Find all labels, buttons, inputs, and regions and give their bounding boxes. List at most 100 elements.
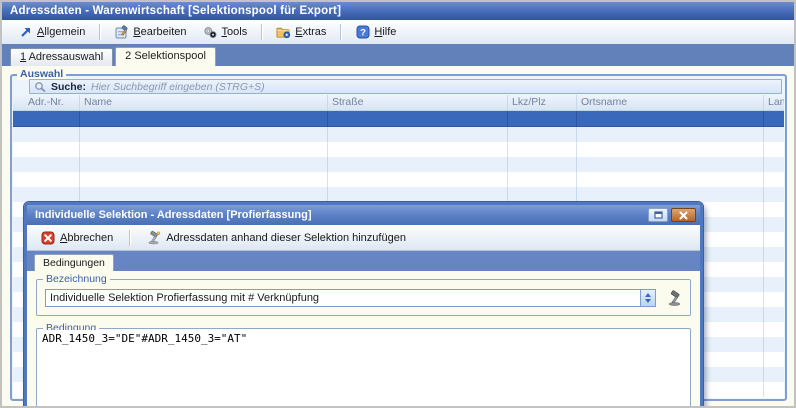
- column-header-strasse[interactable]: Straße: [328, 95, 508, 110]
- table-cell: [764, 307, 784, 322]
- chevron-down-icon: [645, 299, 651, 303]
- column-header-lkzplz[interactable]: Lkz/Plz: [508, 95, 577, 110]
- gavel-icon[interactable]: [664, 288, 684, 308]
- help-icon: ?: [355, 25, 370, 40]
- table-cell: [13, 157, 80, 172]
- menu-item-bearbeiten[interactable]: Bearbeiten: [108, 23, 192, 42]
- toolbar-separator: [261, 24, 262, 40]
- maximize-button[interactable]: [648, 208, 668, 222]
- table-cell: [13, 172, 80, 187]
- table-header: Adr.-Nr. Name Straße Lkz/Plz Ortsname La…: [13, 95, 784, 111]
- table-cell: [508, 142, 577, 157]
- table-cell: [764, 247, 784, 262]
- search-placeholder: Hier Suchbegriff eingeben (STRG+S): [91, 81, 265, 93]
- table-cell: [764, 262, 784, 277]
- menu-item-tools[interactable]: Tools: [197, 23, 254, 42]
- table-cell: [764, 127, 784, 142]
- table-row[interactable]: [13, 142, 784, 157]
- table-cell: [508, 157, 577, 172]
- bezeichnung-fieldset: Bezeichnung Individuelle Selektion Profi…: [36, 279, 691, 316]
- table-cell: [13, 127, 80, 142]
- menu-item-allgemein[interactable]: Allgemein: [12, 23, 91, 42]
- menu-label: Extras: [295, 26, 326, 38]
- table-row[interactable]: [13, 157, 784, 172]
- table-cell: [764, 142, 784, 157]
- table-cell: [764, 217, 784, 232]
- app-window: Adressdaten - Warenwirtschaft [Selektion…: [0, 0, 796, 408]
- column-header-adrnr[interactable]: Adr.-Nr.: [13, 95, 80, 110]
- table-cell: [764, 367, 784, 382]
- menu-item-hilfe[interactable]: ? Hilfe: [349, 23, 402, 42]
- cancel-label: Abbrechen: [60, 232, 113, 244]
- table-cell: [764, 232, 784, 247]
- cancel-button[interactable]: Abbrechen: [35, 228, 118, 247]
- combobox-value: Individuelle Selektion Profierfassung mi…: [46, 292, 640, 304]
- gavel-sparkle-icon: [146, 230, 161, 245]
- add-selection-button[interactable]: Adressdaten anhand dieser Selektion hinz…: [141, 228, 411, 247]
- table-row[interactable]: [13, 127, 784, 142]
- table-row[interactable]: [13, 187, 784, 202]
- table-cell: [764, 202, 784, 217]
- window-titlebar: Adressdaten - Warenwirtschaft [Selektion…: [2, 2, 794, 20]
- table-cell: [328, 127, 508, 142]
- table-cell: [577, 111, 764, 126]
- toolbar-separator: [340, 24, 341, 40]
- table-cell: [13, 187, 80, 202]
- table-cell: [764, 337, 784, 352]
- arrow-up-right-icon: [18, 25, 33, 40]
- dialog-tabstrip: Bedingungen: [27, 251, 700, 271]
- table-cell: [764, 382, 784, 397]
- magnifier-icon: [34, 81, 46, 93]
- table-cell: [328, 111, 508, 126]
- combobox-spinner[interactable]: [640, 290, 655, 306]
- tab-adressauswahl[interactable]: 1 Adressauswahl: [10, 48, 113, 66]
- table-cell: [764, 157, 784, 172]
- close-button[interactable]: [671, 208, 696, 222]
- tab-selektionspool[interactable]: 2 Selektionspool: [115, 47, 216, 66]
- table-cell: [328, 142, 508, 157]
- toolbar-separator: [129, 230, 130, 246]
- column-header-name[interactable]: Name: [80, 95, 328, 110]
- main-toolbar: Allgemein Bearbeiten Tools Extras ?: [2, 20, 794, 44]
- table-cell: [764, 292, 784, 307]
- main-tabstrip: 1 Adressauswahl 2 Selektionspool: [2, 44, 794, 66]
- menu-item-extras[interactable]: Extras: [270, 23, 332, 42]
- table-cell: [577, 172, 764, 187]
- dialog-title: Individuelle Selektion - Adressdaten [Pr…: [35, 209, 648, 221]
- red-x-icon: [40, 230, 55, 245]
- chevron-up-icon: [645, 293, 651, 297]
- table-cell: [13, 111, 80, 126]
- dialog-content: Bezeichnung Individuelle Selektion Profi…: [27, 271, 700, 408]
- column-header-ortsname[interactable]: Ortsname: [577, 95, 764, 110]
- menu-label: Allgemein: [37, 26, 85, 38]
- toolbar-separator: [99, 24, 100, 40]
- table-cell: [328, 172, 508, 187]
- gears-icon: [203, 25, 218, 40]
- table-cell: [764, 111, 784, 126]
- table-cell: [764, 277, 784, 292]
- table-cell: [80, 142, 328, 157]
- menu-label: Bearbeiten: [133, 26, 186, 38]
- dialog-toolbar: Abbrechen Adressdaten anhand dieser Sele…: [27, 225, 700, 251]
- table-cell: [577, 157, 764, 172]
- hammer-pad-icon: [114, 25, 129, 40]
- bezeichnung-combobox[interactable]: Individuelle Selektion Profierfassung mi…: [45, 289, 656, 307]
- table-row[interactable]: [13, 172, 784, 187]
- table-cell: [80, 172, 328, 187]
- search-bar[interactable]: Suche: Hier Suchbegriff eingeben (STRG+S…: [29, 79, 782, 94]
- table-cell: [328, 187, 508, 202]
- table-cell: [80, 127, 328, 142]
- table-cell: [80, 187, 328, 202]
- table-cell: [13, 142, 80, 157]
- table-cell: [508, 187, 577, 202]
- table-row-selected[interactable]: [13, 111, 784, 127]
- table-cell: [508, 111, 577, 126]
- window-title: Adressdaten - Warenwirtschaft [Selektion…: [10, 5, 341, 17]
- table-cell: [508, 172, 577, 187]
- dialog-titlebar[interactable]: Individuelle Selektion - Adressdaten [Pr…: [27, 205, 700, 225]
- tab-bedingungen[interactable]: Bedingungen: [34, 254, 114, 271]
- bedingung-editor[interactable]: ADR_1450_3="DE"#ADR_1450_3="AT": [38, 330, 689, 408]
- table-cell: [577, 187, 764, 202]
- column-header-land[interactable]: Land: [764, 95, 784, 110]
- selektion-dialog: Individuelle Selektion - Adressdaten [Pr…: [24, 202, 703, 408]
